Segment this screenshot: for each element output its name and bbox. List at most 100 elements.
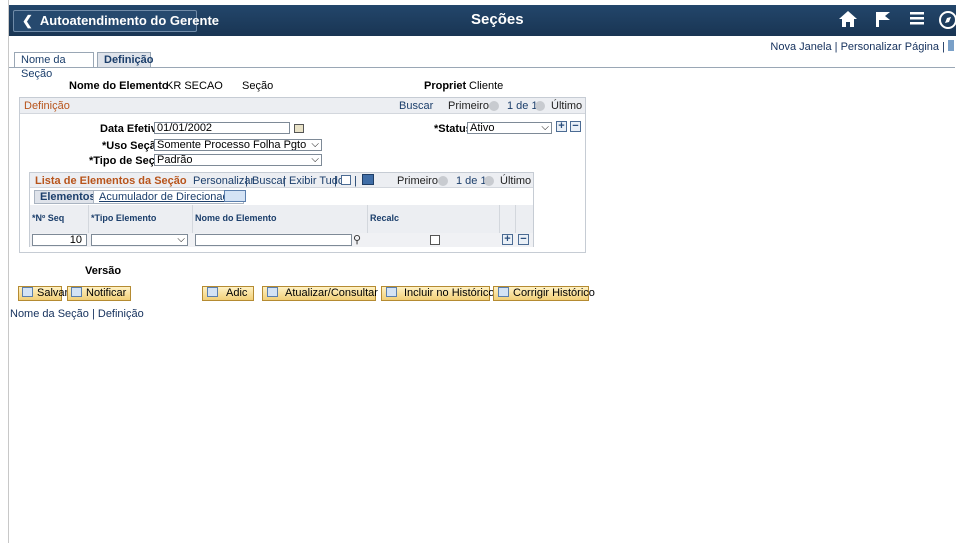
tab-divider	[9, 67, 955, 68]
next-arrow-icon[interactable]	[532, 100, 548, 112]
notify-label: Notificar	[86, 287, 127, 299]
table-row: 10 ⌵ ⚲ + −	[30, 233, 533, 247]
first-link[interactable]: Primeiro	[448, 100, 489, 112]
back-button[interactable]: ❮ Autoatendimento do Gerente	[13, 10, 219, 32]
notify-button[interactable]: Notificar	[67, 286, 131, 301]
element-name-value: KR SECAO	[166, 80, 223, 92]
elements-list-title: Lista de Elementos da Seção	[35, 175, 187, 187]
elements-grid: Lista de Elementos da Seção Personalizar…	[29, 172, 534, 247]
page-title: Seções	[471, 11, 524, 28]
add-row-icon[interactable]: +	[556, 121, 567, 132]
left-border	[0, 0, 9, 543]
subtab-elements[interactable]: Elementos	[34, 190, 102, 204]
save-button[interactable]: Salvar	[18, 286, 68, 301]
col-recalc-header: Recalc	[368, 205, 500, 233]
effective-date-input[interactable]: 01/01/2002	[154, 122, 290, 134]
chevron-left-icon: ❮	[22, 13, 33, 28]
status-value: Ativo	[470, 122, 495, 134]
save-icon	[22, 287, 33, 297]
download-icon[interactable]	[362, 174, 374, 185]
separator: |	[91, 308, 95, 320]
col-element-type-header: *Tipo Elemento	[89, 205, 193, 233]
status-select[interactable]: Ativo ⌵	[467, 122, 552, 134]
search-link[interactable]: Buscar	[399, 100, 433, 112]
grid-search-link[interactable]: Buscar	[252, 175, 286, 187]
lookup-icon[interactable]: ⚲	[353, 233, 361, 246]
col-seq-header: *Nº Seq	[30, 205, 89, 233]
section-name-link[interactable]: Nome da Seção	[10, 308, 89, 320]
add-row-icon[interactable]: +	[502, 234, 513, 245]
col-delete-header	[516, 205, 533, 233]
owner-value: Cliente	[469, 80, 504, 92]
last-link[interactable]: Último	[551, 100, 582, 112]
definition-link[interactable]: Definição	[98, 308, 144, 320]
definition-header: Definição Buscar Primeiro 1 de 1 Último	[20, 98, 585, 114]
next-arrow-icon[interactable]	[481, 175, 497, 187]
chevron-down-icon: ⌵	[311, 154, 319, 165]
show-all-columns-icon[interactable]	[224, 190, 246, 202]
save-label: Salvar	[37, 287, 69, 299]
usage-select[interactable]: Somente Processo Folha Pgto ⌵	[154, 139, 322, 151]
elements-grid-header: Lista de Elementos da Seção Personalizar…	[30, 173, 533, 188]
add-icon	[207, 287, 218, 297]
update-display-button[interactable]: Atualizar/Consultar	[262, 286, 378, 301]
usage-value: Somente Processo Folha Pgto	[157, 139, 307, 151]
correct-history-icon	[498, 287, 509, 297]
element-type-value: Seção	[242, 80, 274, 92]
chevron-down-icon: ⌵	[541, 122, 549, 133]
recalc-checkbox[interactable]	[430, 235, 440, 245]
include-history-icon	[386, 287, 397, 297]
grid-last-link[interactable]: Último	[500, 175, 531, 187]
calendar-icon[interactable]	[294, 124, 304, 133]
update-label: Atualizar/Consultar	[285, 287, 378, 299]
definition-title: Definição	[24, 100, 70, 112]
page: ❮ Autoatendimento do Gerente Seções Nova …	[0, 0, 956, 543]
zoom-icon[interactable]	[341, 175, 351, 185]
include-history-label: Incluir no Histórico	[404, 287, 495, 299]
seq-input[interactable]: 10	[32, 234, 87, 246]
separator: |	[334, 175, 337, 187]
flag-icon[interactable]	[871, 10, 895, 32]
separator: |	[942, 41, 945, 53]
notify-icon	[71, 287, 82, 297]
version-label: Versão	[85, 265, 122, 277]
top-links: Nova Janela | Personalizar Página |	[770, 40, 954, 53]
chevron-down-icon: ⌵	[177, 234, 185, 245]
prev-arrow-icon[interactable]	[486, 100, 502, 112]
add-button[interactable]: Adic	[202, 286, 254, 301]
include-history-button[interactable]: Incluir no Histórico	[381, 286, 494, 301]
section-type-select[interactable]: Padrão ⌵	[154, 154, 322, 166]
tab-definition[interactable]: Definição	[97, 52, 154, 67]
menu-icon[interactable]	[905, 10, 929, 32]
element-name-input[interactable]	[195, 234, 352, 246]
delete-row-icon[interactable]: −	[518, 234, 529, 245]
header-bar: ❮ Autoatendimento do Gerente Seções	[9, 5, 956, 36]
separator: |	[354, 175, 357, 187]
subtab-driver-accumulator[interactable]: Acumulador de Direcionador	[93, 190, 245, 204]
col-add-header	[500, 205, 516, 233]
grid-first-link[interactable]: Primeiro	[397, 175, 438, 187]
element-type-select[interactable]: ⌵	[91, 234, 188, 246]
personalize-page-link[interactable]: Personalizar Página	[841, 41, 939, 53]
new-window-link[interactable]: Nova Janela	[770, 41, 831, 53]
col-element-name-header: Nome do Elemento	[193, 205, 368, 233]
separator: |	[245, 175, 248, 187]
section-type-value: Padrão	[157, 154, 193, 166]
tab-section-name[interactable]: Nome da Seção	[14, 52, 94, 80]
chevron-down-icon: ⌵	[311, 139, 319, 150]
add-label: Adic	[226, 287, 248, 299]
correct-history-button[interactable]: Corrigir Histórico	[493, 286, 595, 301]
footer-links: Nome da Seção | Definição	[10, 308, 144, 320]
back-label: Autoatendimento do Gerente	[39, 13, 220, 28]
separator: |	[283, 175, 286, 187]
delete-row-icon[interactable]: −	[570, 121, 581, 132]
navbar-icon[interactable]	[936, 10, 956, 32]
owner-label: Propriet	[424, 80, 467, 92]
home-icon[interactable]	[836, 10, 860, 32]
prev-arrow-icon[interactable]	[435, 175, 451, 187]
correct-history-label: Corrigir Histórico	[513, 287, 595, 299]
update-icon	[267, 287, 278, 297]
separator: |	[834, 41, 838, 53]
element-name-label: Nome do Elemento	[69, 80, 169, 92]
help-icon[interactable]	[948, 40, 954, 51]
